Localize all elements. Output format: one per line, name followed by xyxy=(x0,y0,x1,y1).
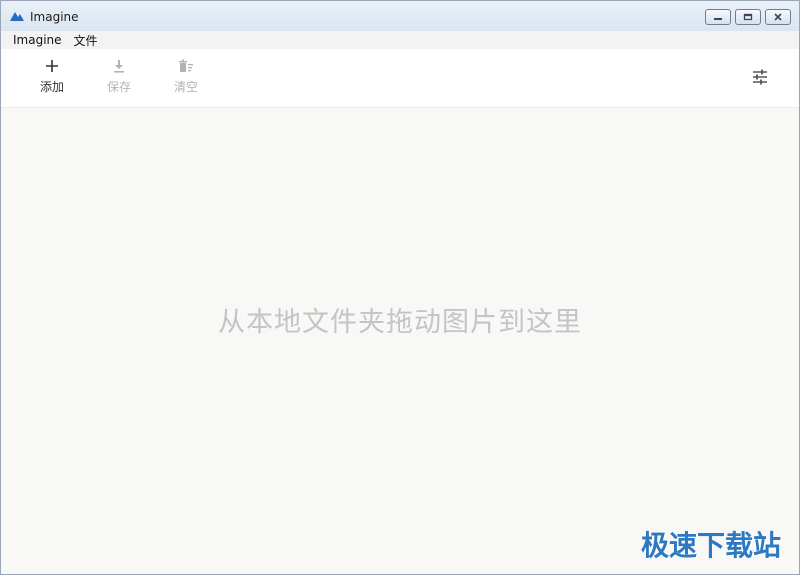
save-button-label: 保存 xyxy=(106,80,131,94)
download-icon xyxy=(114,60,124,73)
toolbar: 添加 保存 清空 xyxy=(1,49,799,108)
title-bar[interactable]: Imagine xyxy=(1,1,799,31)
window-title: Imagine xyxy=(30,10,79,24)
minimize-icon xyxy=(714,18,722,20)
clear-button-label: 清空 xyxy=(173,80,198,94)
settings-button[interactable] xyxy=(751,68,769,86)
mountain-icon xyxy=(10,12,24,21)
menu-item-imagine[interactable]: Imagine xyxy=(13,33,62,47)
restore-icon xyxy=(743,13,753,21)
close-button[interactable] xyxy=(765,9,791,25)
maximize-button[interactable] xyxy=(735,9,761,25)
watermark-logo: 极速下载站 xyxy=(640,529,781,562)
drop-hint-text: 从本地文件夹拖动图片到这里 xyxy=(218,307,582,338)
add-button[interactable]: 添加 xyxy=(28,59,76,95)
minimize-button[interactable] xyxy=(705,9,731,25)
menu-item-file[interactable]: 文件 xyxy=(74,32,98,49)
add-button-label: 添加 xyxy=(39,80,64,94)
menu-bar: Imagine 文件 xyxy=(1,31,799,49)
clear-button[interactable]: 清空 xyxy=(162,59,210,95)
app-window: Imagine Imagine 文件 添加 保存 清空 从本地文件夹拖动图片到这… xyxy=(0,0,800,575)
close-icon xyxy=(774,13,782,21)
sliders-icon xyxy=(753,69,767,85)
trash-icon xyxy=(179,59,193,72)
plus-icon xyxy=(46,60,58,72)
caption-buttons xyxy=(705,9,791,25)
drop-area[interactable]: 从本地文件夹拖动图片到这里 极速下载站 xyxy=(1,108,799,574)
save-button[interactable]: 保存 xyxy=(95,59,143,95)
